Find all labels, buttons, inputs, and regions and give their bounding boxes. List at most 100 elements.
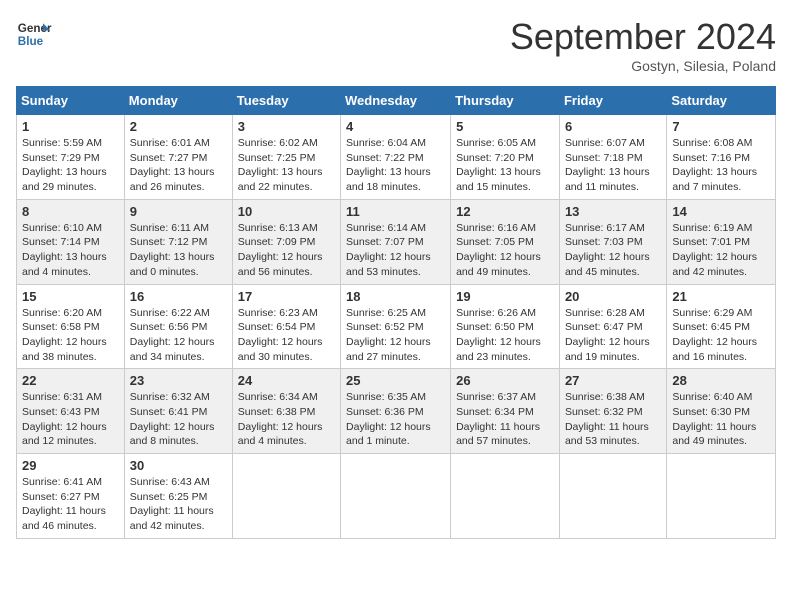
cell-details: Sunrise: 6:29 AMSunset: 6:45 PMDaylight:… [672, 307, 757, 363]
cell-details: Sunrise: 6:32 AMSunset: 6:41 PMDaylight:… [130, 391, 215, 447]
calendar-cell [232, 454, 340, 539]
column-header-sunday: Sunday [17, 87, 125, 115]
day-number: 30 [130, 458, 227, 473]
calendar-cell: 9 Sunrise: 6:11 AMSunset: 7:12 PMDayligh… [124, 199, 232, 284]
cell-details: Sunrise: 5:59 AMSunset: 7:29 PMDaylight:… [22, 137, 107, 193]
calendar-cell: 8 Sunrise: 6:10 AMSunset: 7:14 PMDayligh… [17, 199, 125, 284]
column-header-monday: Monday [124, 87, 232, 115]
calendar-cell: 16 Sunrise: 6:22 AMSunset: 6:56 PMDaylig… [124, 284, 232, 369]
cell-details: Sunrise: 6:43 AMSunset: 6:25 PMDaylight:… [130, 476, 214, 532]
calendar-cell: 3 Sunrise: 6:02 AMSunset: 7:25 PMDayligh… [232, 115, 340, 200]
day-number: 28 [672, 373, 770, 388]
calendar-week-row: 15 Sunrise: 6:20 AMSunset: 6:58 PMDaylig… [17, 284, 776, 369]
calendar-header-row: SundayMondayTuesdayWednesdayThursdayFrid… [17, 87, 776, 115]
calendar-table: SundayMondayTuesdayWednesdayThursdayFrid… [16, 86, 776, 539]
day-number: 7 [672, 119, 770, 134]
cell-details: Sunrise: 6:10 AMSunset: 7:14 PMDaylight:… [22, 222, 107, 278]
calendar-cell: 11 Sunrise: 6:14 AMSunset: 7:07 PMDaylig… [341, 199, 451, 284]
day-number: 1 [22, 119, 119, 134]
calendar-cell: 23 Sunrise: 6:32 AMSunset: 6:41 PMDaylig… [124, 369, 232, 454]
cell-details: Sunrise: 6:19 AMSunset: 7:01 PMDaylight:… [672, 222, 757, 278]
column-header-wednesday: Wednesday [341, 87, 451, 115]
cell-details: Sunrise: 6:35 AMSunset: 6:36 PMDaylight:… [346, 391, 431, 447]
cell-details: Sunrise: 6:25 AMSunset: 6:52 PMDaylight:… [346, 307, 431, 363]
day-number: 5 [456, 119, 554, 134]
location-subtitle: Gostyn, Silesia, Poland [510, 58, 776, 74]
calendar-cell: 17 Sunrise: 6:23 AMSunset: 6:54 PMDaylig… [232, 284, 340, 369]
cell-details: Sunrise: 6:13 AMSunset: 7:09 PMDaylight:… [238, 222, 323, 278]
day-number: 10 [238, 204, 335, 219]
day-number: 8 [22, 204, 119, 219]
day-number: 29 [22, 458, 119, 473]
cell-details: Sunrise: 6:20 AMSunset: 6:58 PMDaylight:… [22, 307, 107, 363]
cell-details: Sunrise: 6:01 AMSunset: 7:27 PMDaylight:… [130, 137, 215, 193]
calendar-cell: 7 Sunrise: 6:08 AMSunset: 7:16 PMDayligh… [667, 115, 776, 200]
calendar-week-row: 1 Sunrise: 5:59 AMSunset: 7:29 PMDayligh… [17, 115, 776, 200]
cell-details: Sunrise: 6:07 AMSunset: 7:18 PMDaylight:… [565, 137, 650, 193]
cell-details: Sunrise: 6:40 AMSunset: 6:30 PMDaylight:… [672, 391, 756, 447]
calendar-cell: 19 Sunrise: 6:26 AMSunset: 6:50 PMDaylig… [451, 284, 560, 369]
day-number: 3 [238, 119, 335, 134]
cell-details: Sunrise: 6:28 AMSunset: 6:47 PMDaylight:… [565, 307, 650, 363]
cell-details: Sunrise: 6:11 AMSunset: 7:12 PMDaylight:… [130, 222, 215, 278]
calendar-cell: 26 Sunrise: 6:37 AMSunset: 6:34 PMDaylig… [451, 369, 560, 454]
column-header-friday: Friday [559, 87, 666, 115]
day-number: 22 [22, 373, 119, 388]
logo-icon: General Blue [16, 16, 52, 52]
day-number: 4 [346, 119, 445, 134]
day-number: 26 [456, 373, 554, 388]
day-number: 21 [672, 289, 770, 304]
calendar-week-row: 8 Sunrise: 6:10 AMSunset: 7:14 PMDayligh… [17, 199, 776, 284]
calendar-week-row: 29 Sunrise: 6:41 AMSunset: 6:27 PMDaylig… [17, 454, 776, 539]
calendar-cell: 14 Sunrise: 6:19 AMSunset: 7:01 PMDaylig… [667, 199, 776, 284]
cell-details: Sunrise: 6:08 AMSunset: 7:16 PMDaylight:… [672, 137, 757, 193]
cell-details: Sunrise: 6:14 AMSunset: 7:07 PMDaylight:… [346, 222, 431, 278]
title-section: September 2024 Gostyn, Silesia, Poland [510, 16, 776, 74]
page-header: General Blue September 2024 Gostyn, Sile… [16, 16, 776, 74]
cell-details: Sunrise: 6:23 AMSunset: 6:54 PMDaylight:… [238, 307, 323, 363]
cell-details: Sunrise: 6:16 AMSunset: 7:05 PMDaylight:… [456, 222, 541, 278]
calendar-cell: 29 Sunrise: 6:41 AMSunset: 6:27 PMDaylig… [17, 454, 125, 539]
cell-details: Sunrise: 6:31 AMSunset: 6:43 PMDaylight:… [22, 391, 107, 447]
day-number: 6 [565, 119, 661, 134]
calendar-cell [559, 454, 666, 539]
day-number: 9 [130, 204, 227, 219]
cell-details: Sunrise: 6:17 AMSunset: 7:03 PMDaylight:… [565, 222, 650, 278]
calendar-cell [667, 454, 776, 539]
calendar-cell: 15 Sunrise: 6:20 AMSunset: 6:58 PMDaylig… [17, 284, 125, 369]
day-number: 19 [456, 289, 554, 304]
day-number: 12 [456, 204, 554, 219]
day-number: 16 [130, 289, 227, 304]
calendar-cell: 1 Sunrise: 5:59 AMSunset: 7:29 PMDayligh… [17, 115, 125, 200]
calendar-cell: 20 Sunrise: 6:28 AMSunset: 6:47 PMDaylig… [559, 284, 666, 369]
calendar-cell: 10 Sunrise: 6:13 AMSunset: 7:09 PMDaylig… [232, 199, 340, 284]
calendar-cell: 25 Sunrise: 6:35 AMSunset: 6:36 PMDaylig… [341, 369, 451, 454]
calendar-week-row: 22 Sunrise: 6:31 AMSunset: 6:43 PMDaylig… [17, 369, 776, 454]
cell-details: Sunrise: 6:41 AMSunset: 6:27 PMDaylight:… [22, 476, 106, 532]
calendar-cell: 30 Sunrise: 6:43 AMSunset: 6:25 PMDaylig… [124, 454, 232, 539]
cell-details: Sunrise: 6:38 AMSunset: 6:32 PMDaylight:… [565, 391, 649, 447]
calendar-cell: 13 Sunrise: 6:17 AMSunset: 7:03 PMDaylig… [559, 199, 666, 284]
day-number: 13 [565, 204, 661, 219]
day-number: 18 [346, 289, 445, 304]
cell-details: Sunrise: 6:26 AMSunset: 6:50 PMDaylight:… [456, 307, 541, 363]
calendar-cell: 12 Sunrise: 6:16 AMSunset: 7:05 PMDaylig… [451, 199, 560, 284]
cell-details: Sunrise: 6:37 AMSunset: 6:34 PMDaylight:… [456, 391, 540, 447]
calendar-cell: 5 Sunrise: 6:05 AMSunset: 7:20 PMDayligh… [451, 115, 560, 200]
cell-details: Sunrise: 6:22 AMSunset: 6:56 PMDaylight:… [130, 307, 215, 363]
column-header-saturday: Saturday [667, 87, 776, 115]
calendar-cell: 21 Sunrise: 6:29 AMSunset: 6:45 PMDaylig… [667, 284, 776, 369]
day-number: 23 [130, 373, 227, 388]
cell-details: Sunrise: 6:04 AMSunset: 7:22 PMDaylight:… [346, 137, 431, 193]
svg-text:Blue: Blue [18, 35, 44, 48]
month-title: September 2024 [510, 16, 776, 58]
calendar-cell: 22 Sunrise: 6:31 AMSunset: 6:43 PMDaylig… [17, 369, 125, 454]
calendar-cell: 2 Sunrise: 6:01 AMSunset: 7:27 PMDayligh… [124, 115, 232, 200]
calendar-cell [341, 454, 451, 539]
cell-details: Sunrise: 6:05 AMSunset: 7:20 PMDaylight:… [456, 137, 541, 193]
day-number: 20 [565, 289, 661, 304]
day-number: 15 [22, 289, 119, 304]
cell-details: Sunrise: 6:02 AMSunset: 7:25 PMDaylight:… [238, 137, 323, 193]
column-header-thursday: Thursday [451, 87, 560, 115]
day-number: 24 [238, 373, 335, 388]
